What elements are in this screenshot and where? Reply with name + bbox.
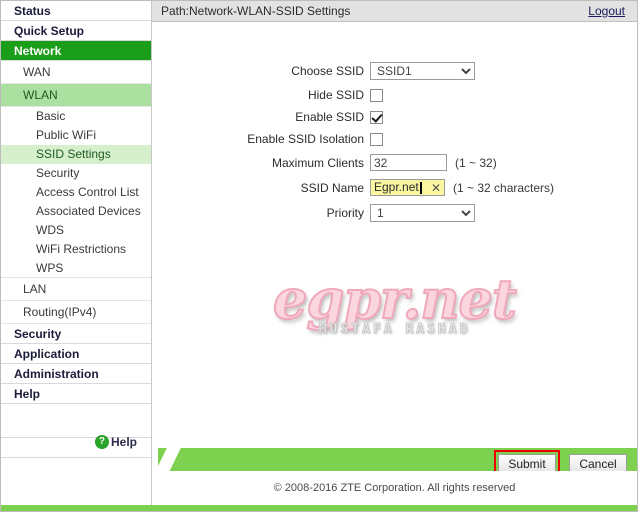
control-choose-ssid: SSID1 [370,62,475,80]
content-area: Path:Network-WLAN-SSID Settings Logout C… [152,1,637,511]
sidebar-item-wan[interactable]: WAN [1,61,151,84]
sidebar-item-label: Routing(IPv4) [23,305,97,319]
enable-ssid-isolation-checkbox[interactable] [370,132,383,146]
row-enable-ssid: Enable SSID [152,110,637,124]
sidebar-item-label: Status [14,4,51,18]
sidebar-item-public-wifi[interactable]: Public WiFi [1,126,151,145]
action-buttons: Submit Cancel [494,450,627,471]
label-ssid-name: SSID Name [300,180,364,195]
control-ssid-name: Egpr.net ✕ (1 ~ 32 characters) [370,179,554,196]
sidebar-item-label: Quick Setup [14,24,85,38]
top-bar: Path:Network-WLAN-SSID Settings Logout [152,1,637,22]
maximum-clients-input[interactable] [370,154,447,171]
sidebar-item-wps[interactable]: WPS [1,259,151,278]
watermark-sub-text: MUSTAFA RASHAD [318,322,471,338]
row-maximum-clients: Maximum Clients (1 ~ 32) [152,154,637,171]
help-widget-inner[interactable]: ? Help [94,435,137,449]
sidebar-item-label: Security [36,166,80,180]
label-choose-ssid: Choose SSID [291,64,364,78]
choose-ssid-select[interactable]: SSID1 [370,62,475,80]
sidebar-item-wlan[interactable]: WLAN [1,84,151,107]
watermark: egpr.net MUSTAFA RASHAD [272,267,518,338]
sidebar-item-help[interactable]: Help [1,384,151,404]
sidebar-item-label: Application [14,347,80,361]
sidebar-item-label: Network [14,44,62,58]
footer-copyright: © 2008-2016 ZTE Corporation. All rights … [273,482,516,494]
control-enable-ssid-isolation [370,132,383,146]
control-enable-ssid [370,110,383,124]
row-priority: Priority 1 [152,204,637,222]
label-hide-ssid: Hide SSID [307,88,364,102]
sidebar-item-label: Help [14,387,41,401]
sidebar-item-label: WPS [36,261,64,275]
sidebar-item-routing-ipv4[interactable]: Routing(IPv4) [1,301,151,324]
control-priority: 1 [370,204,475,222]
sidebar-item-access-control-list[interactable]: Access Control List [1,183,151,202]
sidebar-item-label: WiFi Restrictions [36,242,127,256]
sidebar-item-label: WAN [23,65,51,79]
sidebar-item-label: Basic [36,109,66,123]
text-cursor [419,181,422,194]
sidebar-item-label: WLAN [23,88,58,102]
submit-annotation-box: Submit [494,450,560,471]
sidebar-item-basic[interactable]: Basic [1,107,151,126]
control-hide-ssid [370,88,383,102]
router-admin-window: Status Quick Setup Network WAN WLAN Basi… [0,0,638,512]
sidebar-item-label: Security [14,327,62,341]
action-bar: Submit Cancel [152,448,637,471]
sidebar-item-security[interactable]: Security [1,324,151,344]
control-maximum-clients: (1 ~ 32) [370,154,497,171]
label-priority: Priority [326,206,364,220]
footer-green-line [1,505,637,511]
sidebar-item-application[interactable]: Application [1,344,151,364]
label-enable-ssid-isolation: Enable SSID Isolation [247,132,364,146]
sidebar-item-label: LAN [23,282,47,296]
breadcrumb: Path:Network-WLAN-SSID Settings [161,4,351,18]
cancel-button[interactable]: Cancel [569,454,627,471]
label-enable-ssid: Enable SSID [295,110,364,124]
row-hide-ssid: Hide SSID [152,88,637,102]
ssid-name-input[interactable]: Egpr.net ✕ [370,179,445,196]
ssid-settings-form: Choose SSID SSID1 Hide SSID Enable SSID [152,22,637,452]
sidebar-item-network[interactable]: Network [1,41,151,61]
label-maximum-clients: Maximum Clients [271,155,364,170]
sidebar-item-label: WDS [36,223,64,237]
row-enable-ssid-isolation: Enable SSID Isolation [152,132,637,146]
sidebar-divider [1,457,151,458]
ssid-name-value: Egpr.net [374,180,419,194]
help-widget[interactable]: ? Help [1,433,151,449]
hint-maximum-clients: (1 ~ 32) [455,155,497,170]
form-rows: Choose SSID SSID1 Hide SSID Enable SSID [152,62,637,230]
sidebar-item-ssid-settings[interactable]: SSID Settings [1,145,151,164]
sidebar-item-status[interactable]: Status [1,1,151,21]
hide-ssid-checkbox[interactable] [370,88,383,102]
question-mark-icon: ? [94,435,109,449]
clear-icon[interactable]: ✕ [431,181,441,195]
sidebar-item-label: Associated Devices [36,204,141,218]
watermark-main-text: egpr.net [272,267,518,331]
priority-select[interactable]: 1 [370,204,475,222]
logout-link[interactable]: Logout [588,4,625,18]
sidebar-item-quick-setup[interactable]: Quick Setup [1,21,151,41]
sidebar-item-administration[interactable]: Administration [1,364,151,384]
row-ssid-name: SSID Name Egpr.net ✕ (1 ~ 32 characters) [152,179,637,196]
submit-button[interactable]: Submit [498,454,556,471]
row-choose-ssid: Choose SSID SSID1 [152,62,637,80]
sidebar-item-label: Access Control List [36,185,139,199]
enable-ssid-checkbox[interactable] [370,110,383,124]
sidebar-item-security-wlan[interactable]: Security [1,164,151,183]
help-widget-label: Help [110,435,137,449]
sidebar-item-lan[interactable]: LAN [1,278,151,301]
sidebar-item-label: Public WiFi [36,128,97,142]
sidebar: Status Quick Setup Network WAN WLAN Basi… [1,1,152,511]
sidebar-item-wds[interactable]: WDS [1,221,151,240]
sidebar-item-associated-devices[interactable]: Associated Devices [1,202,151,221]
sidebar-item-wifi-restrictions[interactable]: WiFi Restrictions [1,240,151,259]
sidebar-item-label: SSID Settings [36,147,111,161]
hint-ssid-name: (1 ~ 32 characters) [453,180,555,195]
sidebar-item-label: Administration [14,367,99,381]
